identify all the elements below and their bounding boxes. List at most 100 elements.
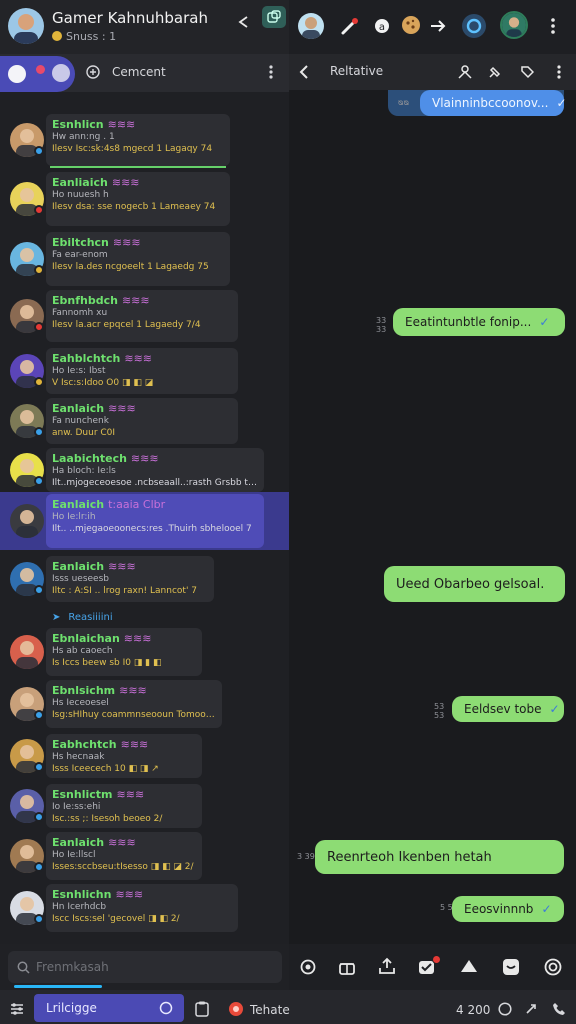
contact-name-text: Esnhlicn	[52, 118, 104, 131]
upload-icon[interactable]	[376, 956, 398, 976]
contact-name-text: Eanlaich	[52, 560, 105, 573]
settings-sliders-icon[interactable]	[8, 1000, 26, 1018]
contact-tag: ≋≋≋	[121, 294, 150, 307]
record-icon[interactable]	[298, 957, 318, 977]
people-icon[interactable]	[458, 956, 480, 978]
message-bubble[interactable]: Reenrteoh Ikenben hetah	[315, 840, 564, 874]
contact-avatar[interactable]	[298, 13, 324, 39]
message-bubble[interactable]: Eeatintunbtle fonip... ✓	[393, 308, 565, 336]
list-item[interactable]: Eanlaich ≋≋≋ Isss ueseesb Iltc : A:SI .. lr…	[0, 554, 289, 604]
list-item[interactable]: Eanlaich t:aaia Clbr Ho Ie:lr:ih Ilt.. ..mj…	[0, 492, 289, 550]
list-item[interactable]: Esnhlichn ≋≋≋ Hn Icerhdcb Iscc Iscs:sel 'ge…	[0, 882, 289, 934]
camera-icon[interactable]	[542, 956, 564, 978]
rocket-icon[interactable]	[338, 14, 362, 38]
add-icon[interactable]	[84, 63, 102, 81]
list-item[interactable]: Esnhlictm ≋≋≋ Io Ie:ss:ehi Isc.:ss ;: Iseso…	[0, 782, 289, 830]
message-text: Reenrteoh Ikenben hetah	[327, 849, 492, 865]
compose-icon[interactable]	[262, 6, 286, 28]
contact-meta: Isss ueseesb	[52, 574, 109, 584]
contact-snippet: Isg:sHIhuy coammnseooun Tomooa ?	[52, 710, 216, 720]
active-app-tab[interactable]: Lrilcigge	[34, 994, 184, 1022]
tag-icon[interactable]	[518, 63, 536, 81]
clipboard-icon[interactable]	[193, 1000, 211, 1018]
list-item[interactable]: Eahblchtch ≋≋≋ Ho Ie:s: Ibst V Isc:s:Idoo O…	[0, 346, 289, 396]
link-icon[interactable]	[522, 1001, 540, 1017]
back-icon[interactable]	[296, 62, 312, 82]
active-app-label: Lrilcigge	[46, 1001, 97, 1015]
alert-icon[interactable]: a	[372, 16, 392, 36]
sticker-icon[interactable]	[500, 956, 522, 978]
page-title: Gamer Kahnuhbarah	[52, 9, 208, 27]
contact-avatar	[10, 504, 44, 538]
list-item[interactable]: Eanlaich ≋≋≋ Fa nunchenk anw. Duur C0I	[0, 396, 289, 446]
list-item[interactable]: Eabhchtch ≋≋≋ Hs hecnaak Isss Iceecech 10 ◧…	[0, 732, 289, 780]
contact-tag: ≋≋≋	[111, 176, 140, 189]
contact-avatar	[10, 635, 44, 669]
app-record-icon[interactable]	[228, 1001, 244, 1017]
message-bubble[interactable]: Vlainninbccoonov... ✓	[420, 90, 567, 116]
tabbar-more-icon[interactable]	[264, 63, 278, 81]
contact-meta: Ho Ie:llscl	[52, 850, 96, 860]
contact-name: Eanlaich ≋≋≋	[52, 560, 208, 573]
status-dot-icon	[34, 585, 44, 595]
list-item[interactable]: Ebiltchcn ≋≋≋ Fa ear-enom Ilesv la.des ncgo…	[0, 230, 289, 288]
contact-preview: Esnhlictm ≋≋≋ Io Ie:ss:ehi Isc.:ss ;: Iseso…	[46, 784, 202, 828]
contact-tag: ≋≋≋	[116, 788, 145, 801]
status-dot-icon	[34, 265, 44, 275]
cookie-icon[interactable]	[400, 14, 422, 36]
contact-name-text: Ebnlsichm	[52, 684, 116, 697]
list-item[interactable]: Ebnfhbdch ≋≋≋ Fannomh xu Ilesv la.acr epqce…	[0, 288, 289, 344]
message-text: Eeldsev tobe	[464, 702, 542, 716]
contact-name: Esnhlicn ≋≋≋	[52, 118, 224, 131]
profile-icon[interactable]	[456, 63, 474, 81]
message-bubble[interactable]: Eeldsev tobe ✓	[452, 696, 564, 722]
contact-meta: Io Ie:ss:ehi	[52, 802, 101, 812]
tab-content-label[interactable]: Cemcent	[112, 65, 166, 79]
whatsapp-icon[interactable]	[496, 1001, 514, 1017]
search-input[interactable]	[36, 951, 272, 983]
contact-preview: Ebnlaichan ≋≋≋ Hs ab caoech Is Iccs beew sb…	[46, 628, 202, 676]
crypto-icon[interactable]	[461, 13, 487, 39]
forward-icon[interactable]	[428, 16, 448, 36]
chat-more-icon[interactable]	[552, 63, 566, 81]
contact-tag: ≋≋≋	[120, 738, 149, 751]
contact-tag: ≋≋≋	[108, 402, 136, 415]
status-dot-icon	[34, 427, 44, 437]
gift-icon[interactable]	[336, 957, 358, 977]
chat-title: Reltative	[330, 64, 384, 78]
phone-icon[interactable]	[550, 1001, 568, 1017]
list-item[interactable]: Laabichtech ≋≋≋ Ha bloch: Ie:ls Ilt..mjogec…	[0, 446, 289, 494]
message-timestamp: ᴓᴓ	[398, 98, 409, 107]
contact-meta: Ho nuuesh h	[52, 190, 109, 200]
message-timestamp: 5 5	[440, 903, 453, 912]
read-check-icon: ✓	[556, 96, 567, 110]
pin-icon[interactable]	[486, 63, 504, 81]
contact-preview: Ebnlsichm ≋≋≋ Hs Ieceoesel Isg:sHIhuy coamm…	[46, 680, 222, 728]
contact-snippet: Isses:sccbseu:tIsesso ◨ ◧ ◪ 2/	[52, 862, 194, 872]
contact-name: Eahblchtch ≋≋≋	[52, 352, 232, 365]
list-item[interactable]: Esnhlicn ≋≋≋ Hw ann:ng . 1 Ilesv Isc:sk:4s8…	[0, 112, 289, 168]
contact-tag: ≋≋≋	[130, 452, 159, 465]
message-bubble[interactable]: Ueed Obarbeo gelsoal.	[384, 566, 565, 602]
search-box[interactable]	[8, 951, 282, 983]
user-avatar[interactable]	[8, 8, 44, 44]
message-bubble[interactable]: Eeosvinnnb ✓	[452, 896, 564, 922]
status-dot-icon	[34, 377, 44, 387]
list-item[interactable]: Eanliaich ≋≋≋ Ho nuuesh h Ilesv dsa: sse no…	[0, 170, 289, 228]
list-item[interactable]: Eanlaich ≋≋≋ Ho Ie:llscl Isses:sccbseu:tIse…	[0, 830, 289, 882]
more-options-icon[interactable]	[544, 14, 562, 38]
contact-name-text: Ebnfhbdch	[52, 294, 118, 307]
contact-meta: Ho Ie:s: Ibst	[52, 366, 106, 376]
app-name-label[interactable]: Tehate	[250, 1003, 290, 1017]
contact-name-text: Ebnlaichan	[52, 632, 120, 645]
message-timestamp: 53 53	[434, 702, 445, 720]
list-item[interactable]: Ebnlsichm ≋≋≋ Hs Ieceoesel Isg:sHIhuy coamm…	[0, 678, 289, 730]
app-window: Gamer Kahnuhbarah Snuss : 1 a Cemcent Es…	[0, 0, 576, 1024]
contact-preview: Laabichtech ≋≋≋ Ha bloch: Ie:ls Ilt..mjogec…	[46, 448, 264, 492]
status-dot-icon	[34, 476, 44, 486]
account-avatar[interactable]	[500, 11, 528, 39]
list-item[interactable]: Ebnlaichan ≋≋≋ Hs ab caoech Is Iccs beew sb…	[0, 626, 289, 678]
share-icon[interactable]	[234, 12, 254, 32]
contact-name-text: Eanlaich	[52, 498, 105, 511]
tab-active[interactable]	[0, 56, 75, 92]
